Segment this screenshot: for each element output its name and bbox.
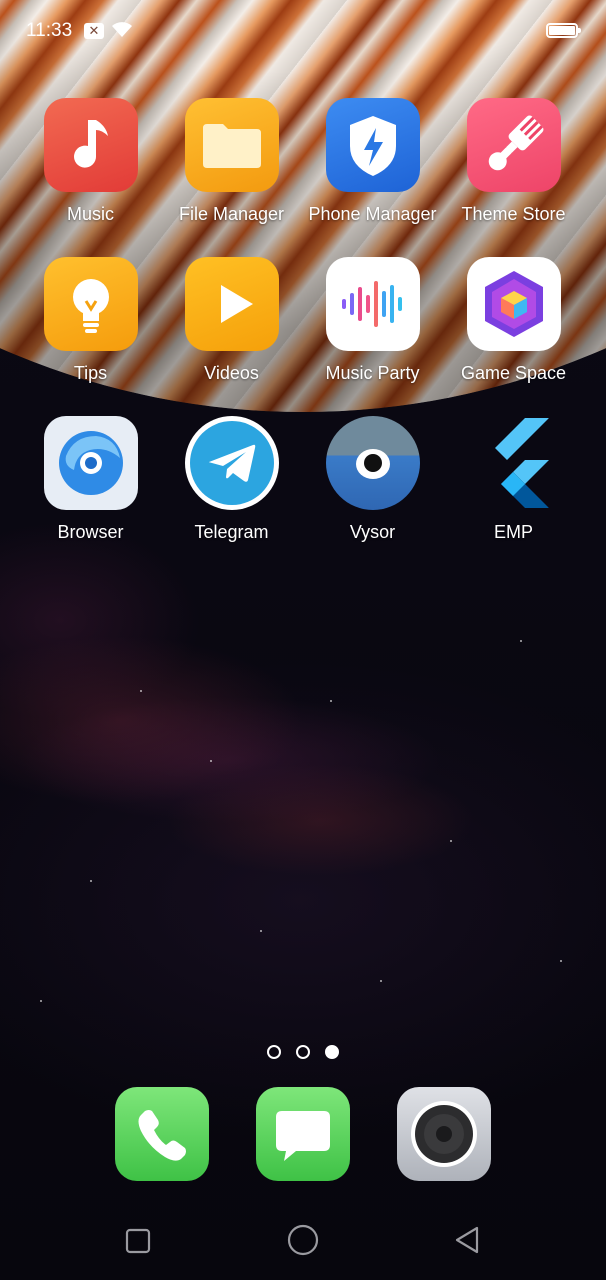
app-label: Vysor [349, 522, 396, 542]
status-bar: 11:33 ✕ [0, 0, 606, 62]
browser-swirl-icon [43, 416, 138, 510]
game-cube-icon [466, 257, 561, 351]
page-dot-2[interactable] [296, 1045, 310, 1059]
music-note-icon [43, 98, 138, 192]
star [450, 840, 452, 842]
paintbrush-icon [466, 98, 561, 192]
app-videos[interactable]: Videos [161, 257, 302, 397]
app-vysor[interactable]: Vysor [302, 416, 443, 556]
sound-wave-icon [325, 257, 420, 351]
app-theme-store[interactable]: Theme Store [443, 98, 584, 238]
app-label: Phone Manager [308, 204, 437, 224]
app-tips[interactable]: Tips [20, 257, 161, 397]
app-label: Browser [57, 522, 124, 542]
folder-icon [184, 98, 279, 192]
page-indicator [267, 1045, 341, 1059]
star [380, 980, 382, 982]
dock-phone[interactable] [115, 1087, 209, 1181]
x-notification-icon: ✕ [84, 23, 104, 39]
camera-lens-icon [411, 1101, 477, 1167]
play-icon [184, 257, 279, 351]
app-label: Tips [73, 363, 108, 383]
lightbulb-icon [43, 257, 138, 351]
star [40, 1000, 42, 1002]
app-browser[interactable]: Browser [20, 416, 161, 556]
app-label: Videos [204, 363, 259, 383]
wifi-icon [112, 22, 132, 37]
dock-camera[interactable] [397, 1087, 491, 1181]
app-label: Telegram [194, 522, 269, 542]
star [520, 640, 522, 642]
app-label: EMP [493, 522, 533, 542]
app-game-space[interactable]: Game Space [443, 257, 584, 397]
app-emp[interactable]: EMP [443, 416, 584, 556]
app-label: File Manager [178, 204, 285, 224]
paper-plane-icon [184, 416, 279, 510]
star [330, 700, 332, 702]
star [560, 960, 562, 962]
page-dot-1[interactable] [267, 1045, 281, 1059]
page-dot-3-active[interactable] [325, 1045, 339, 1059]
app-label: Music [66, 204, 114, 224]
battery-icon [546, 23, 581, 38]
app-music[interactable]: Music [20, 98, 161, 238]
recents-square-icon[interactable] [124, 1227, 152, 1255]
star [140, 690, 142, 692]
message-bubble-icon [276, 1111, 330, 1161]
app-phone-manager[interactable]: Phone Manager [302, 98, 443, 238]
flutter-icon [467, 416, 561, 510]
dock-messages[interactable] [256, 1087, 350, 1181]
app-music-party[interactable]: Music Party [302, 257, 443, 397]
app-file-manager[interactable]: File Manager [161, 98, 302, 238]
app-label: Theme Store [461, 204, 566, 224]
star [90, 880, 92, 882]
home-circle-icon[interactable] [286, 1223, 320, 1257]
star [260, 930, 262, 932]
app-label: Game Space [460, 363, 567, 383]
eye-icon [325, 416, 420, 510]
status-time: 11:33 [26, 20, 73, 41]
shield-bolt-icon [325, 98, 420, 192]
app-telegram[interactable]: Telegram [161, 416, 302, 556]
app-label: Music Party [325, 363, 420, 383]
back-triangle-icon[interactable] [452, 1225, 482, 1255]
phone-icon [138, 1110, 186, 1161]
star [210, 760, 212, 762]
